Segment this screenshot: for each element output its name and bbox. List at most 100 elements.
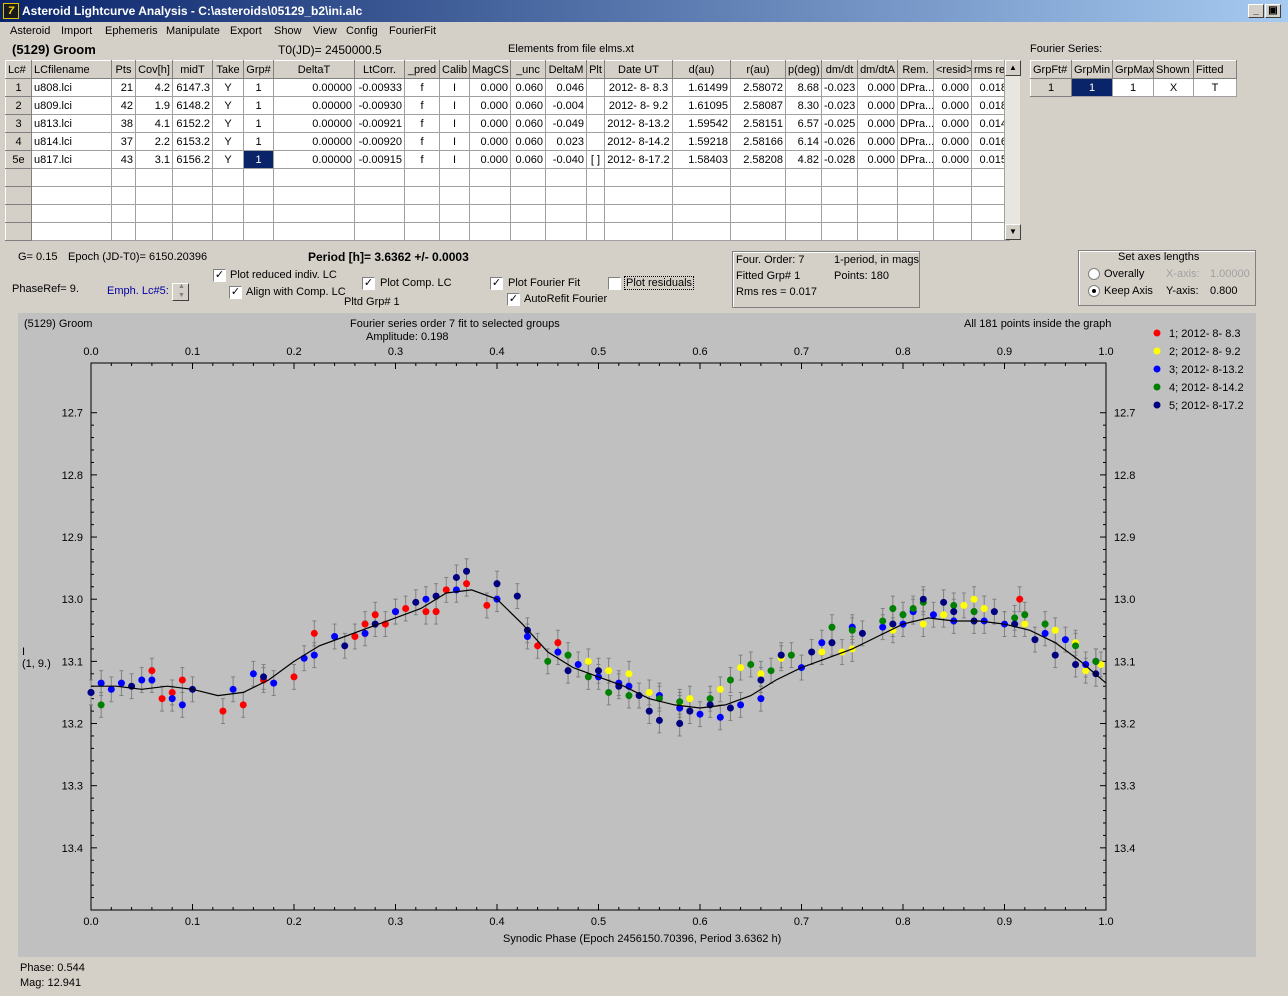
- lc-table-cell[interactable]: -0.025: [821, 114, 858, 133]
- lc-table-cell[interactable]: Y: [212, 96, 244, 115]
- spin-up-icon[interactable]: ▲: [178, 283, 185, 290]
- lc-table-cell[interactable]: 1: [243, 114, 274, 133]
- lc-table-cell[interactable]: [439, 204, 470, 223]
- lc-table-cell[interactable]: [510, 168, 546, 187]
- scroll-down-arrow-icon[interactable]: ▼: [1005, 224, 1021, 240]
- lc-table-cell[interactable]: [404, 186, 440, 205]
- lc-table-row[interactable]: 1 u808.lci 21 4.2 6147.3 Y 1 0.00000 -0.00933 f I 0…: [5, 78, 1010, 97]
- lc-table-cell[interactable]: DPra...: [897, 78, 934, 97]
- lc-table-cell[interactable]: 0.00000: [273, 132, 355, 151]
- lc-table-cell[interactable]: [31, 186, 112, 205]
- lc-table-cell[interactable]: Y: [212, 114, 244, 133]
- lc-table-cell[interactable]: 0.000: [933, 114, 972, 133]
- lc-table-cell[interactable]: [730, 186, 786, 205]
- lc-table-cell[interactable]: 0.000: [933, 78, 972, 97]
- lc-table-cell[interactable]: [933, 222, 972, 241]
- lc-table-empty-row[interactable]: [5, 168, 1010, 187]
- lc-table-cell[interactable]: [545, 222, 587, 241]
- lc-table-cell[interactable]: 6148.2: [172, 96, 213, 115]
- lc-table-cell[interactable]: [604, 168, 673, 187]
- lc-col-header[interactable]: dm/dtA: [857, 60, 898, 79]
- lc-table-cell[interactable]: 1: [243, 150, 274, 169]
- lc-table-cell[interactable]: [510, 204, 546, 223]
- lc-table-cell[interactable]: [439, 222, 470, 241]
- lc-table-cell[interactable]: 3.1: [135, 150, 173, 169]
- fourier-col-header[interactable]: GrpMax: [1112, 60, 1154, 79]
- lc-col-header[interactable]: Rem.: [897, 60, 934, 79]
- menu-view[interactable]: View: [313, 25, 337, 37]
- lc-col-header[interactable]: Calib: [439, 60, 470, 79]
- lc-table-cell[interactable]: [785, 222, 822, 241]
- lc-table-cell[interactable]: 0.060: [510, 96, 546, 115]
- lc-table-cell[interactable]: [31, 204, 112, 223]
- lc-table-cell[interactable]: -0.049: [545, 114, 587, 133]
- lc-table-cell[interactable]: [730, 222, 786, 241]
- lc-table-cell[interactable]: 0.000: [469, 150, 511, 169]
- lc-table-cell[interactable]: [785, 186, 822, 205]
- lc-table-cell[interactable]: [933, 186, 972, 205]
- lc-table-cell[interactable]: 2.58087: [730, 96, 786, 115]
- lc-table-cell[interactable]: u808.lci: [31, 78, 112, 97]
- menu-manipulate[interactable]: Manipulate: [166, 25, 220, 37]
- lc-table-cell[interactable]: [604, 204, 673, 223]
- lc-table-cell[interactable]: [730, 168, 786, 187]
- plot-reduced-checkbox[interactable]: ✓: [213, 269, 226, 282]
- lc-col-header[interactable]: Cov[h]: [135, 60, 173, 79]
- lc-table-cell[interactable]: [586, 132, 605, 151]
- lc-table-cell[interactable]: 2012- 8- 8.3: [604, 78, 673, 97]
- lc-table-cell[interactable]: 0.000: [933, 132, 972, 151]
- menu-show[interactable]: Show: [274, 25, 302, 37]
- lc-table-cell[interactable]: 43: [111, 150, 136, 169]
- lc-col-header[interactable]: Date UT: [604, 60, 673, 79]
- lc-table-cell[interactable]: 2.58208: [730, 150, 786, 169]
- table-scrollbar[interactable]: ▲ ▼: [1004, 60, 1021, 240]
- lc-table-cell[interactable]: [821, 204, 858, 223]
- lc-col-header[interactable]: _pred: [404, 60, 440, 79]
- lc-table-cell[interactable]: 2.58166: [730, 132, 786, 151]
- lc-table-cell[interactable]: 2012- 8-14.2: [604, 132, 673, 151]
- lc-table-cell[interactable]: [545, 168, 587, 187]
- lc-table-cell[interactable]: 6153.2: [172, 132, 213, 151]
- lc-table-cell[interactable]: [897, 204, 934, 223]
- lc-table-cell[interactable]: 0.000: [469, 132, 511, 151]
- lc-table-cell[interactable]: [243, 222, 274, 241]
- fourier-col-header[interactable]: GrpFt#: [1030, 60, 1072, 79]
- lc-col-header[interactable]: LCfilename: [31, 60, 112, 79]
- keep-axis-radio[interactable]: [1088, 285, 1100, 297]
- lc-table-cell[interactable]: 6.57: [785, 114, 822, 133]
- lc-table-empty-row[interactable]: [5, 222, 1010, 241]
- lc-table-cell[interactable]: 0.060: [510, 114, 546, 133]
- lc-table-cell[interactable]: Y: [212, 150, 244, 169]
- lc-col-header[interactable]: Plt: [586, 60, 605, 79]
- lc-table-cell[interactable]: [273, 186, 355, 205]
- lc-table-cell[interactable]: [135, 186, 173, 205]
- y-axis-value[interactable]: 0.800: [1210, 285, 1238, 297]
- lc-col-header[interactable]: p(deg): [785, 60, 822, 79]
- lc-table-cell[interactable]: 0.000: [933, 96, 972, 115]
- lc-table-cell[interactable]: 0.000: [469, 78, 511, 97]
- lc-table-cell[interactable]: 37: [111, 132, 136, 151]
- lc-table-cell[interactable]: -0.023: [821, 96, 858, 115]
- minimize-button[interactable]: _: [1248, 4, 1264, 18]
- lc-table-cell[interactable]: [439, 186, 470, 205]
- lc-table-cell[interactable]: 0.000: [933, 150, 972, 169]
- lc-table-cell[interactable]: 0.00000: [273, 114, 355, 133]
- lc-table-cell[interactable]: f: [404, 96, 440, 115]
- lc-table-cell[interactable]: 1.61095: [672, 96, 731, 115]
- lc-table-cell[interactable]: 0.000: [857, 114, 898, 133]
- lc-table-cell[interactable]: -0.040: [545, 150, 587, 169]
- lc-table-cell[interactable]: f: [404, 114, 440, 133]
- lc-table-cell[interactable]: 0.000: [469, 114, 511, 133]
- lc-table-cell[interactable]: [469, 168, 511, 187]
- lc-col-header[interactable]: DeltaM: [545, 60, 587, 79]
- lc-table-cell[interactable]: 2.2: [135, 132, 173, 151]
- lc-table-cell[interactable]: u813.lci: [31, 114, 112, 133]
- lc-table-cell[interactable]: 1.59542: [672, 114, 731, 133]
- lc-table-cell[interactable]: -0.026: [821, 132, 858, 151]
- lc-table-cell[interactable]: [354, 168, 405, 187]
- lc-table-cell[interactable]: 0.000: [469, 96, 511, 115]
- lc-table-empty-row[interactable]: [5, 186, 1010, 205]
- lc-table-cell[interactable]: [586, 78, 605, 97]
- lc-col-header[interactable]: DeltaT: [273, 60, 355, 79]
- lc-table-cell[interactable]: [111, 168, 136, 187]
